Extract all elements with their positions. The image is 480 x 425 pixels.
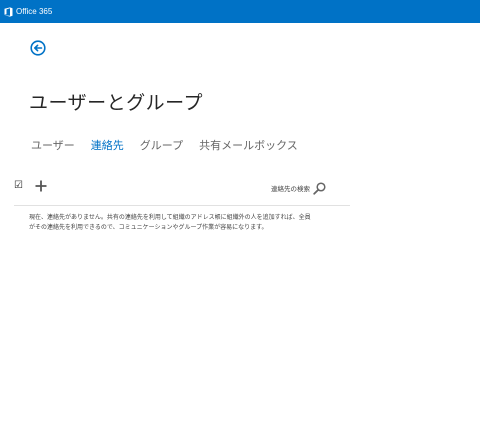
toolbar: ☑ 連絡先の検索	[14, 179, 350, 201]
tab-users[interactable]: ユーザー	[31, 137, 75, 153]
office-365-brand[interactable]: Office 365	[4, 6, 53, 17]
search-contacts-label[interactable]: 連絡先の検索	[271, 183, 310, 193]
message-line-2: がその連絡先を利用できるので、コミュニケーションやグループ作業が容易になります。	[29, 224, 268, 231]
top-bar: Office 365	[0, 0, 480, 23]
select-all-checkbox[interactable]: ☑	[14, 181, 23, 191]
add-contact-button[interactable]	[34, 178, 48, 192]
back-button[interactable]	[30, 40, 46, 56]
page-title: ユーザーとグループ	[29, 92, 203, 114]
message-line-1: 現在、連絡先がありません。共有の連絡先を利用して組織のアドレス帳に組織外の人を追…	[29, 214, 311, 221]
plus-icon	[35, 180, 47, 192]
tab-bar: ユーザー 連絡先 グループ 共有メールボックス	[31, 137, 314, 153]
toolbar-divider	[14, 205, 350, 206]
search-icon	[313, 182, 326, 195]
tab-groups[interactable]: グループ	[140, 137, 183, 153]
search-button[interactable]	[313, 180, 326, 195]
tab-shared-mailboxes[interactable]: 共有メールボックス	[199, 137, 298, 153]
back-arrow-icon	[30, 40, 46, 56]
tab-contacts[interactable]: 連絡先	[91, 137, 124, 153]
office-logo-icon	[4, 6, 13, 17]
empty-state-message: 現在、連絡先がありません。共有の連絡先を利用して組織のアドレス帳に組織外の人を追…	[29, 213, 359, 233]
brand-label: Office 365	[16, 7, 53, 16]
